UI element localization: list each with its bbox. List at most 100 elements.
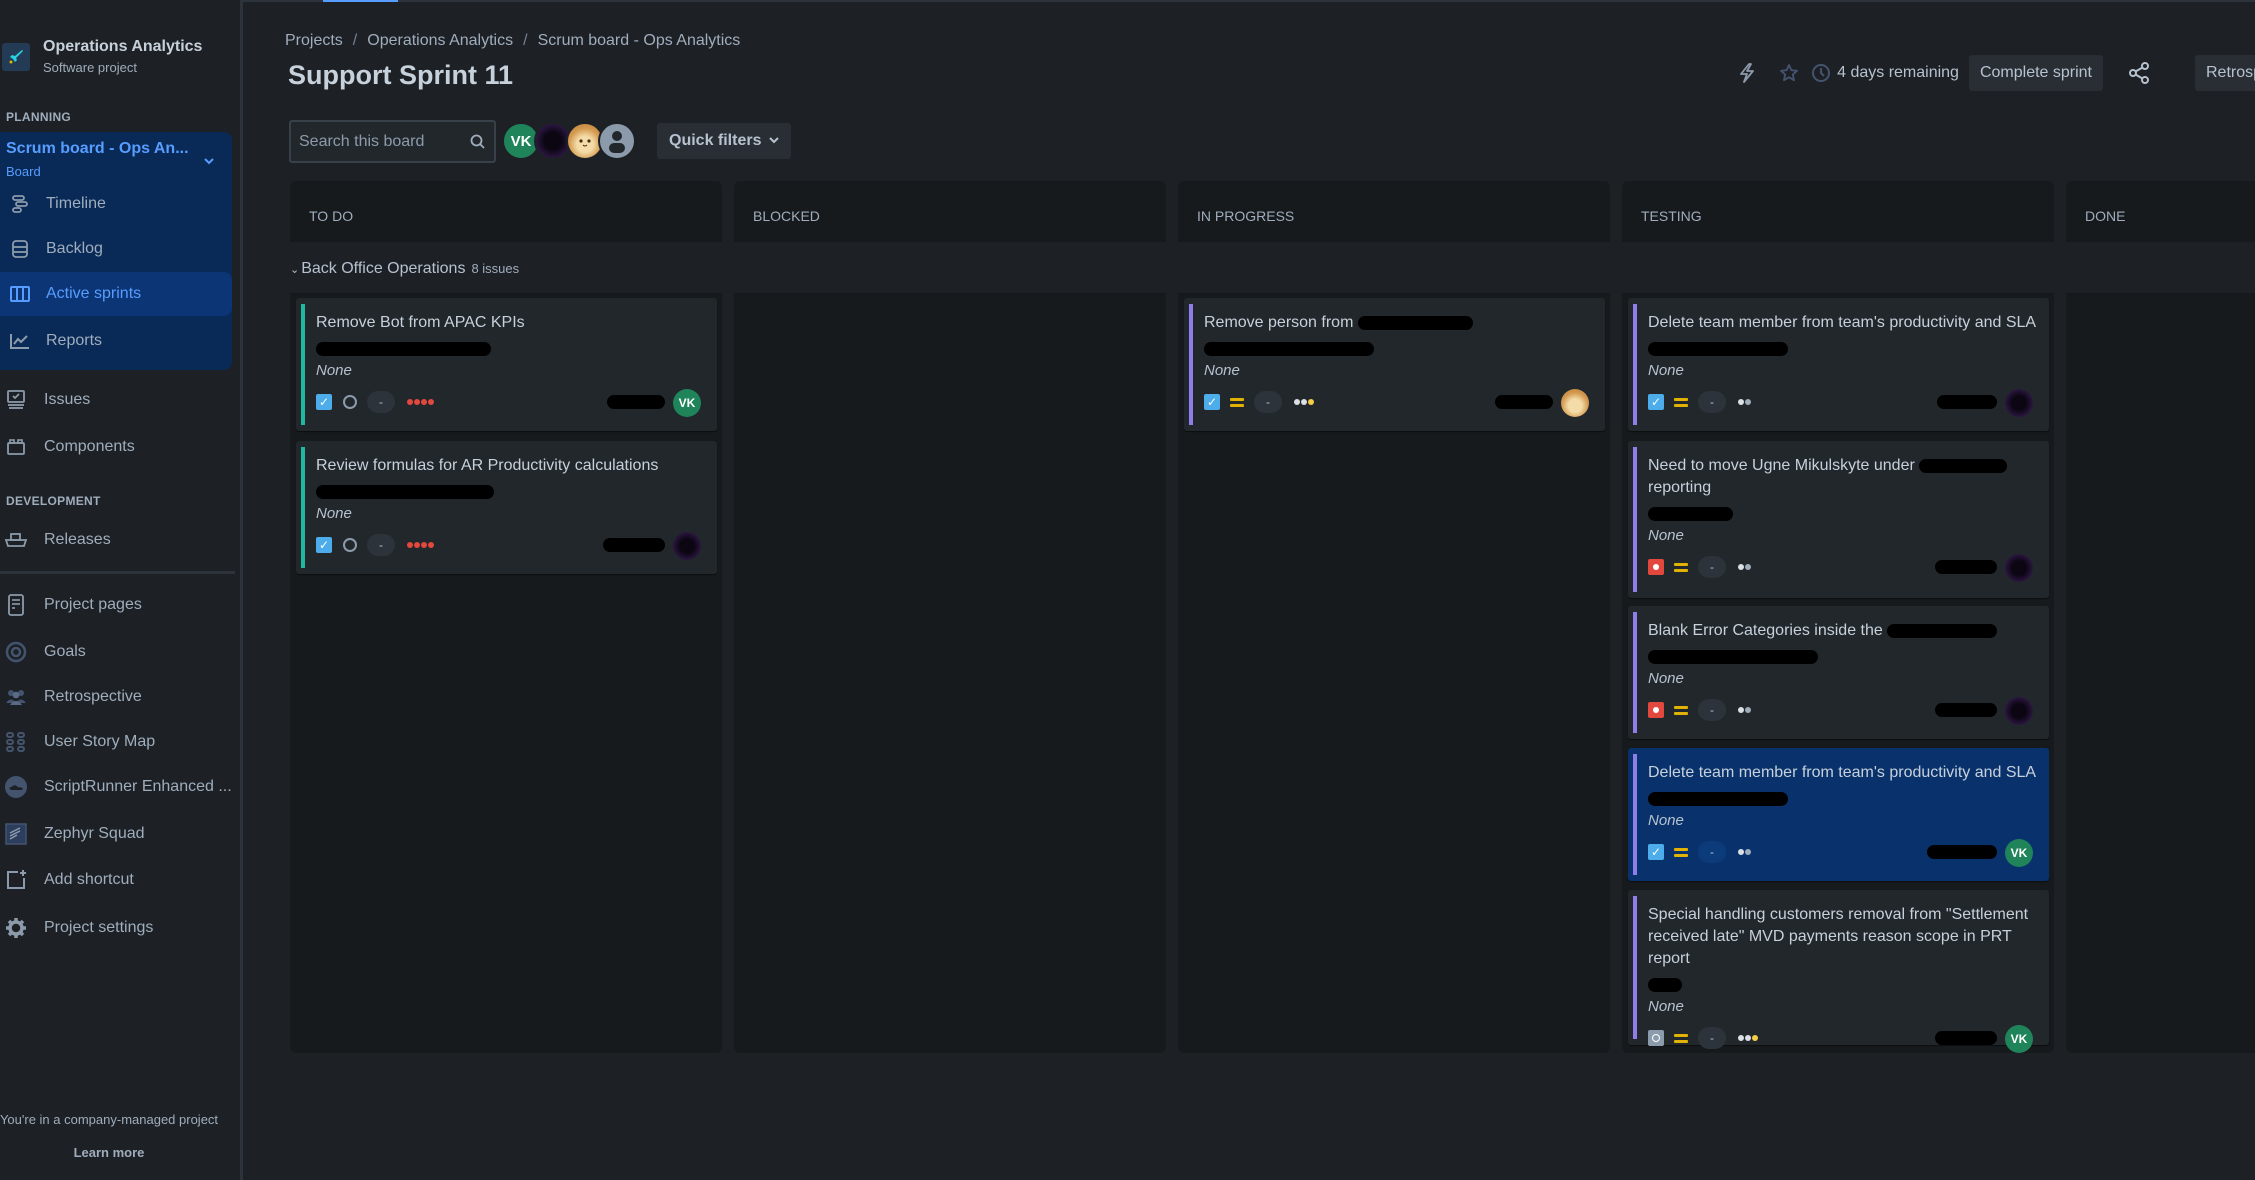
sidebar-item-issues[interactable]: Issues [0, 378, 232, 422]
timeline-icon [8, 192, 32, 216]
fix-version: None [1648, 998, 1684, 1015]
share-icon[interactable] [2121, 62, 2157, 84]
jira-board-app: Operations Analytics Software project PL… [0, 0, 2255, 1180]
sidebar-item-retrospective[interactable]: Retrospective [0, 675, 232, 719]
automation-lightning-icon[interactable] [1729, 55, 1765, 91]
gear-icon [4, 916, 28, 940]
card-footer: ✓ - VK [316, 379, 705, 425]
clock-icon [1811, 63, 1831, 83]
breadcrumb-projects[interactable]: Projects [285, 32, 343, 50]
assignee-avatar[interactable] [2005, 389, 2033, 417]
sidebar-item-add-shortcut[interactable]: Add shortcut [0, 858, 232, 902]
project-name: Operations Analytics [43, 38, 203, 55]
sidebar-item-user-story-map[interactable]: User Story Map [0, 720, 232, 764]
board-search[interactable] [289, 120, 496, 163]
assignee-avatar[interactable]: VK [2005, 1025, 2033, 1053]
issue-card[interactable]: Need to move Ugne Mikulskyte under repor… [1628, 441, 2049, 598]
planning-section-label: PLANNING [6, 110, 72, 124]
epic-color-bar [1633, 612, 1637, 733]
story-type-icon: ✓ [316, 537, 332, 553]
header-actions: 4 days remaining Complete sprint Retrosp… [1729, 55, 2255, 91]
sidebar-item-releases[interactable]: Releases [0, 518, 232, 562]
company-managed-notice: You're in a company-managed project [0, 1112, 219, 1127]
swimlane-header[interactable]: ⌄ Back Office Operations 8 issues [290, 260, 519, 278]
story-points: - [1254, 391, 1282, 413]
priority-lowest-icon [343, 538, 357, 552]
issue-card[interactable]: Remove Bot from APAC KPIs None ✓ - VK [296, 298, 717, 431]
quick-filters-dropdown[interactable]: Quick filters [657, 123, 792, 159]
retrospective-button[interactable]: Retrospective [2195, 55, 2255, 91]
swimlane-name: Back Office Operations [301, 260, 466, 277]
task-type-icon [1648, 1030, 1664, 1046]
ship-releases-icon [4, 528, 28, 552]
sprint-remaining: 4 days remaining [1811, 63, 1959, 83]
bug-type-icon [1648, 559, 1664, 575]
epic-color-bar [1633, 447, 1637, 592]
issue-card[interactable]: Special handling customers removal from … [1628, 890, 2049, 1053]
priority-medium-icon [1674, 705, 1688, 715]
sidebar-item-components[interactable]: Components [0, 425, 232, 469]
breadcrumb-board[interactable]: Scrum board - Ops Analytics [538, 32, 741, 50]
card-title: Blank Error Categories inside the [1648, 620, 2037, 642]
goals-icon [4, 640, 28, 664]
sidebar-item-label: Releases [44, 531, 111, 548]
board-switcher[interactable]: Scrum board - Ops An... [6, 140, 189, 158]
star-icon[interactable] [1771, 55, 1807, 91]
issue-card[interactable]: Delete team member from team's productiv… [1628, 298, 2049, 431]
quick-filters-label: Quick filters [669, 132, 762, 149]
story-map-icon [4, 730, 28, 754]
issue-card-selected[interactable]: Delete team member from team's productiv… [1628, 748, 2049, 881]
sidebar-item-goals[interactable]: Goals [0, 630, 232, 674]
breadcrumb-project[interactable]: Operations Analytics [367, 32, 513, 50]
card-title: Delete team member from team's productiv… [1648, 764, 2037, 781]
learn-more-link[interactable]: Learn more [0, 1145, 218, 1160]
sidebar-item-scriptrunner[interactable]: ScriptRunner Enhanced ... [0, 765, 232, 809]
sidebar-item-label: Issues [44, 391, 91, 408]
components-icon [4, 435, 28, 459]
priority-medium-icon [1674, 397, 1688, 407]
assignee-avatar[interactable]: VK [2005, 839, 2033, 867]
sidebar-item-label: Goals [44, 643, 86, 660]
epic-label-redacted [316, 485, 494, 501]
development-section-label: DEVELOPMENT [6, 494, 101, 508]
assignee-avatar[interactable] [673, 532, 701, 560]
sidebar-item-reports[interactable]: Reports [0, 319, 232, 363]
chevron-down-icon[interactable] [203, 154, 215, 168]
status-dots [1738, 399, 1751, 405]
card-footer: - VK [1648, 1015, 2037, 1061]
issue-key-redacted [1935, 560, 1997, 574]
story-points: - [1698, 391, 1726, 413]
column-header-blocked: BLOCKED [734, 181, 1166, 242]
status-dots [1738, 564, 1751, 570]
issue-card[interactable]: Remove person from None ✓ - [1184, 298, 1605, 431]
avatar-default-user[interactable] [598, 122, 636, 160]
sidebar-item-project-settings[interactable]: Project settings [0, 906, 232, 950]
fix-version: None [1204, 362, 1240, 379]
swimlane-count: 8 issues [471, 261, 520, 276]
priority-lowest-icon [343, 395, 357, 409]
assignee-avatar[interactable] [1561, 389, 1589, 417]
assignee-avatar[interactable] [2005, 554, 2033, 582]
sidebar-item-label: Add shortcut [44, 871, 134, 888]
sidebar-item-timeline[interactable]: Timeline [0, 182, 232, 226]
issue-key-redacted [1935, 1031, 1997, 1045]
sidebar-item-backlog[interactable]: Backlog [0, 227, 232, 271]
issue-card[interactable]: Review formulas for AR Productivity calc… [296, 441, 717, 574]
assignee-avatar[interactable] [2005, 697, 2033, 725]
sidebar-item-label: Timeline [46, 195, 106, 212]
assignee-avatar[interactable]: VK [673, 389, 701, 417]
story-points: - [1698, 556, 1726, 578]
project-header[interactable]: Operations Analytics Software project [0, 38, 202, 75]
search-input[interactable] [299, 132, 459, 151]
sidebar-item-label: Retrospective [44, 688, 142, 705]
fix-version: None [316, 362, 352, 379]
sidebar-item-zephyr[interactable]: Zephyr Squad [0, 812, 232, 856]
complete-sprint-button[interactable]: Complete sprint [1968, 55, 2103, 91]
story-type-icon: ✓ [1648, 394, 1664, 410]
issue-key-redacted [1937, 395, 1997, 409]
sidebar-item-project-pages[interactable]: Project pages [0, 583, 232, 627]
remaining-text: 4 days remaining [1837, 64, 1959, 81]
issue-key-redacted [1935, 703, 1997, 717]
sidebar-item-active-sprints[interactable]: Active sprints [0, 272, 232, 316]
issue-card[interactable]: Blank Error Categories inside the None - [1628, 606, 2049, 739]
